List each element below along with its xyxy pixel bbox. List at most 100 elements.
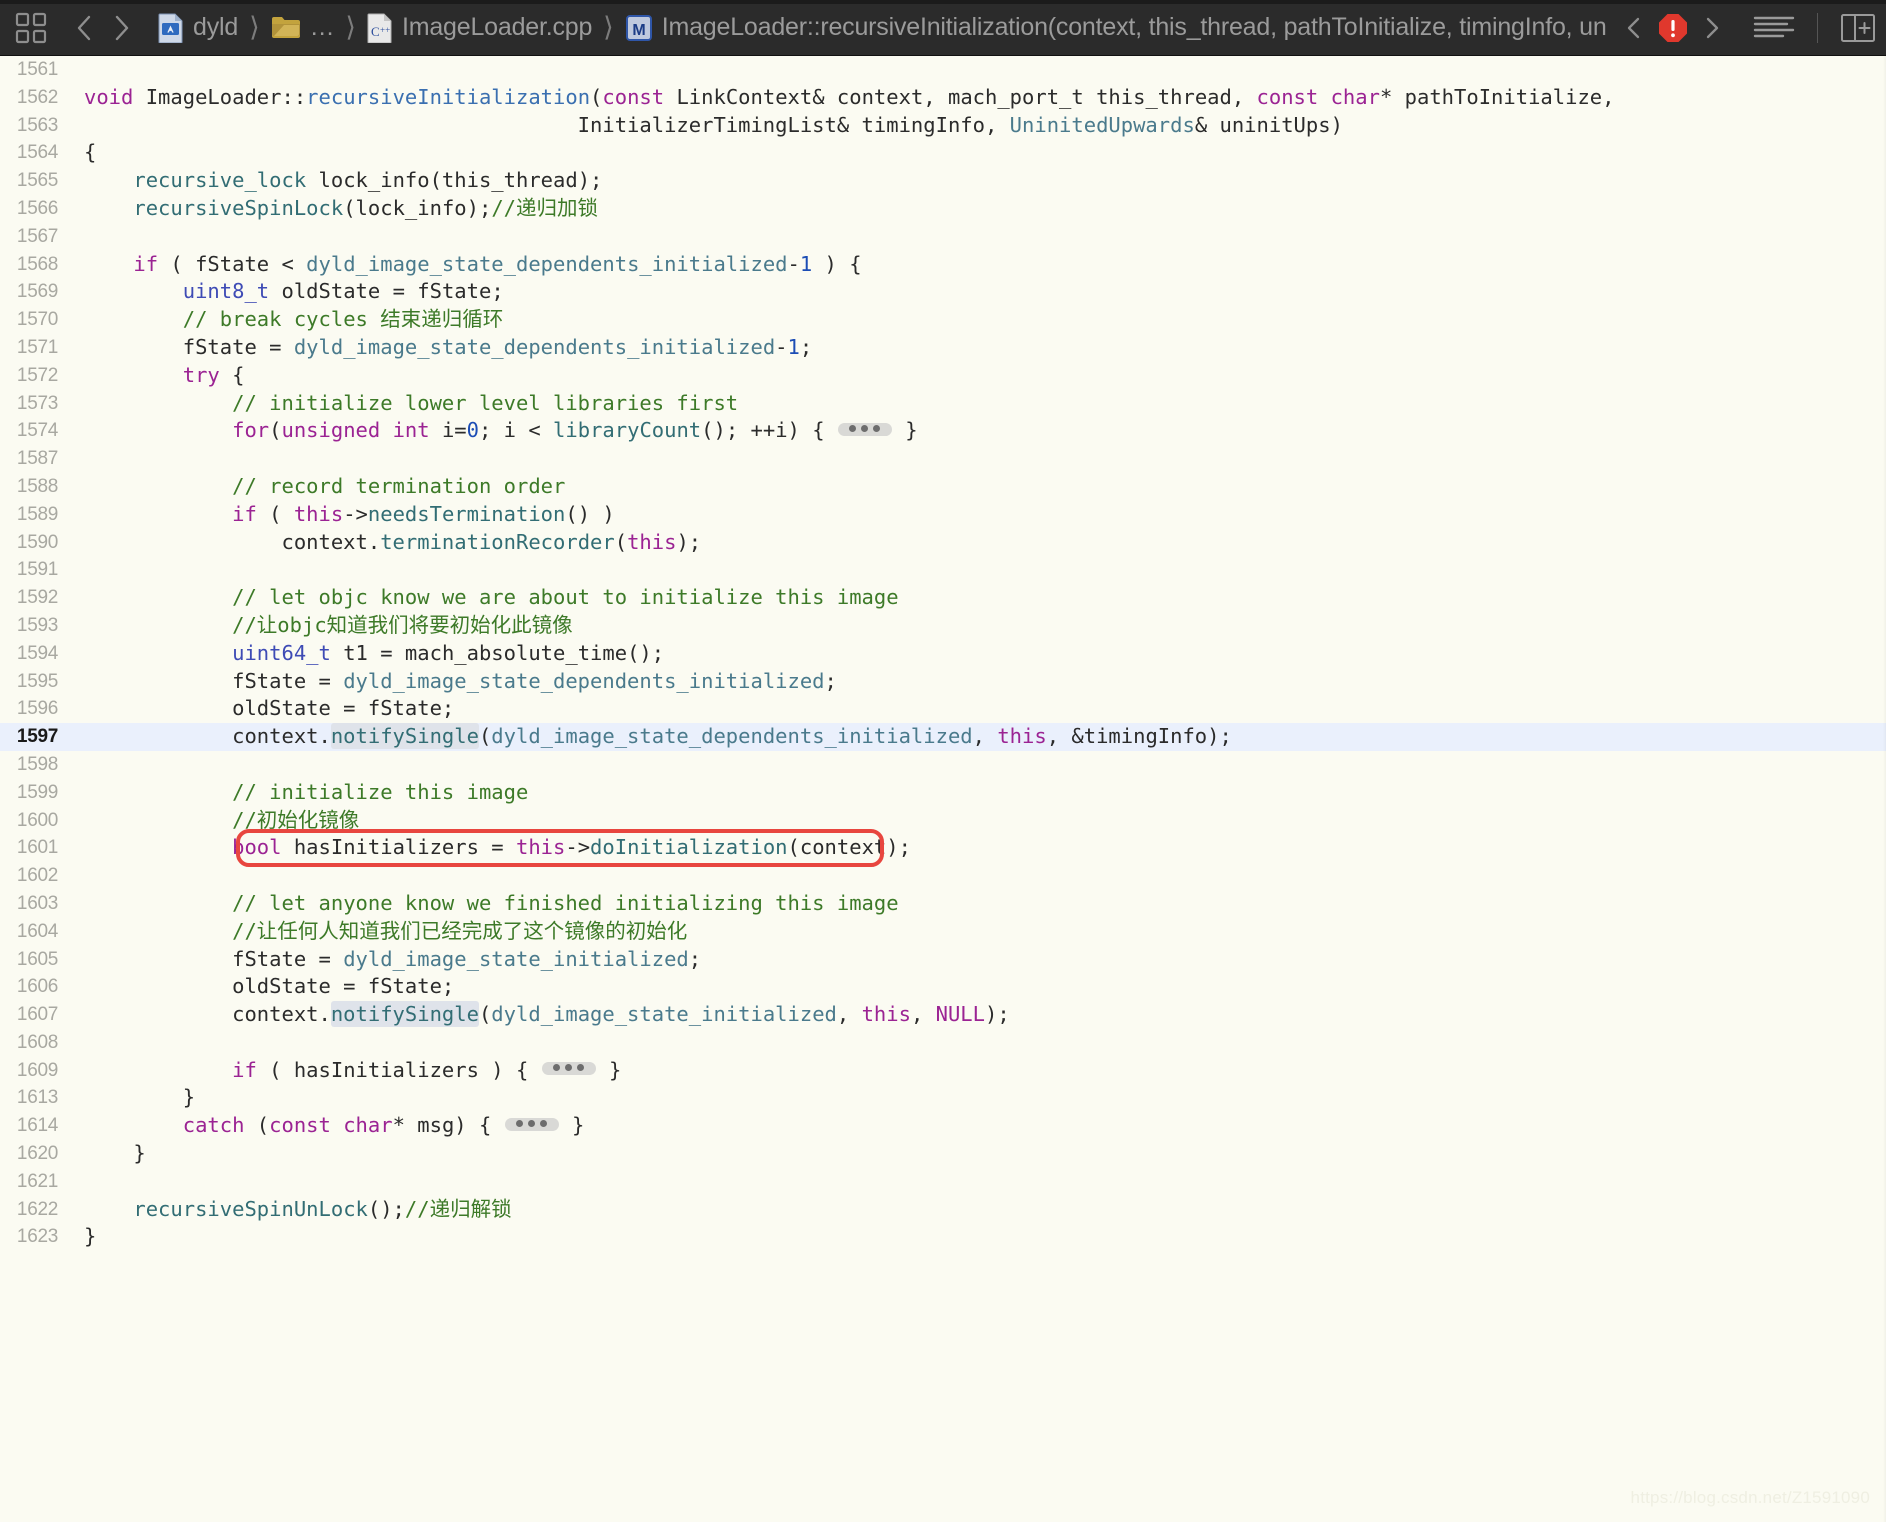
code-line[interactable]: 1597 context.notifySingle(dyld_image_sta…	[0, 723, 1886, 751]
error-stop-icon[interactable]	[1658, 13, 1688, 43]
breadcrumb-item-project[interactable]: dyld	[158, 13, 238, 43]
code-line[interactable]: 1562 void ImageLoader::recursiveInitializ…	[0, 84, 1886, 112]
code-line[interactable]: 1590 context.terminationRecorder(this);	[0, 529, 1886, 557]
xcode-window: dyld ⟩ … ⟩ C ++ ImageLoader.cpp ⟩ M Imag…	[0, 0, 1886, 1522]
code-line[interactable]: 1573 // initialize lower level libraries…	[0, 390, 1886, 418]
code-token: InitializerTimingList	[84, 112, 837, 137]
code-line[interactable]: 1592 // let objc know we are about to in…	[0, 584, 1886, 612]
code-line[interactable]: 1622 recursiveSpinUnLock();//递归解锁	[0, 1196, 1886, 1224]
code-text: }	[72, 1223, 1886, 1251]
code-token: (	[614, 529, 628, 554]
code-line[interactable]: 1571 fState = dyld_image_state_dependent…	[0, 334, 1886, 362]
code-token: );	[676, 529, 702, 554]
related-items-icon[interactable]	[14, 11, 48, 45]
code-line[interactable]: 1606 oldState = fState;	[0, 973, 1886, 1001]
code-line[interactable]: 1607 context.notifySingle(dyld_image_sta…	[0, 1001, 1886, 1029]
breadcrumb-item-file[interactable]: C ++ ImageLoader.cpp	[367, 13, 592, 43]
code-text: // let objc know we are about to initial…	[72, 584, 1886, 612]
code-text: uint64_t t1 = mach_absolute_time();	[72, 640, 1886, 668]
line-number: 1565	[16, 170, 58, 192]
code-line[interactable]: 1623}	[0, 1223, 1886, 1251]
code-line[interactable]: 1596 oldState = fState;	[0, 695, 1886, 723]
toolbar-divider	[1817, 12, 1818, 43]
code-fold-ellipsis[interactable]	[837, 422, 892, 436]
code-line[interactable]: 1608	[0, 1029, 1886, 1057]
code-line[interactable]: 1593 //让objc知道我们将要初始化此镜像	[0, 612, 1886, 640]
code-line[interactable]: 1589 if ( this->needsTermination() )	[0, 501, 1886, 529]
previous-issue-button[interactable]	[1619, 11, 1649, 45]
code-token: i=	[429, 418, 467, 443]
code-line[interactable]: 1595 fState = dyld_image_state_dependent…	[0, 668, 1886, 696]
code-line[interactable]: 1566 recursiveSpinLock(lock_info);//递归加锁	[0, 195, 1886, 223]
split-editor-icon[interactable]	[1840, 12, 1876, 44]
code-token: //递归解锁	[404, 1196, 512, 1221]
project-document-icon	[158, 13, 184, 43]
code-line[interactable]: 1601 bool hasInitializers = this->doInit…	[0, 834, 1886, 862]
code-line[interactable]: 1561	[0, 56, 1886, 84]
code-token: catch	[182, 1113, 245, 1138]
code-line[interactable]: 1603 // let anyone know we finished init…	[0, 890, 1886, 918]
code-line[interactable]: 1614 catch (const char* msg) { }	[0, 1112, 1886, 1140]
code-line[interactable]: 1565 recursive_lock lock_info(this_threa…	[0, 167, 1886, 195]
code-line[interactable]: 1598	[0, 751, 1886, 779]
code-scroll-area[interactable]: 1561 1562 void ImageLoader::recursiveIniti…	[0, 56, 1886, 1522]
code-token: dyld_image_state_dependents_initialized	[343, 668, 825, 693]
code-line[interactable]: 1567	[0, 223, 1886, 251]
breadcrumb-item-folder[interactable]: …	[271, 13, 334, 42]
code-token: }	[84, 1224, 97, 1249]
code-token: uint64_t	[232, 640, 331, 665]
code-text: }	[72, 1140, 1886, 1168]
breadcrumb-item-symbol[interactable]: M ImageLoader::recursiveInitialization(c…	[625, 13, 1607, 42]
line-number: 1600	[16, 809, 58, 831]
code-token: ;	[799, 334, 813, 359]
line-number: 1594	[16, 642, 58, 664]
code-line[interactable]: 1572 try {	[0, 362, 1886, 390]
code-token: if	[232, 1057, 257, 1082]
line-number: 1573	[16, 392, 58, 414]
code-line[interactable]: 1568 if ( fState < dyld_image_state_depe…	[0, 251, 1886, 279]
code-line[interactable]: 1620 }	[0, 1140, 1886, 1168]
code-line[interactable]: 1602	[0, 862, 1886, 890]
navigate-back-button[interactable]	[70, 11, 100, 45]
code-line[interactable]: 1609 if ( hasInitializers ) { }	[0, 1057, 1886, 1085]
code-token: const	[1256, 84, 1319, 109]
code-line[interactable]: 1563 InitializerTimingList& timingInfo, …	[0, 112, 1886, 140]
code-line[interactable]: 1569 uint8_t oldState = fState;	[0, 278, 1886, 306]
code-line[interactable]: 1613 }	[0, 1084, 1886, 1112]
code-line[interactable]: 1587	[0, 445, 1886, 473]
code-text: // initialize lower level libraries firs…	[72, 390, 1886, 418]
code-line[interactable]: 1600 //初始化镜像	[0, 807, 1886, 835]
code-token: void	[84, 84, 134, 109]
code-line[interactable]: 1605 fState = dyld_image_state_initializ…	[0, 946, 1886, 974]
code-text: //初始化镜像	[72, 807, 1886, 835]
code-line[interactable]: 1574 for(unsigned int i=0; i < libraryCo…	[0, 417, 1886, 445]
code-text: oldState = fState;	[72, 973, 1886, 1001]
code-token: notifySingle	[330, 723, 479, 750]
code-line[interactable]: 1604 //让任何人知道我们已经完成了这个镜像的初始化	[0, 918, 1886, 946]
code-line[interactable]: 1570 // break cycles 结束递归循环	[0, 306, 1886, 334]
code-token: if	[232, 501, 257, 526]
source-editor[interactable]: 1561 1562 void ImageLoader::recursiveIniti…	[0, 56, 1886, 1522]
code-text: context.notifySingle(dyld_image_state_in…	[72, 1001, 1886, 1029]
code-token: notifySingle	[330, 1001, 479, 1028]
code-line[interactable]: 1591	[0, 556, 1886, 584]
next-issue-button[interactable]	[1697, 11, 1727, 45]
code-line[interactable]: 1594 uint64_t t1 = mach_absolute_time();	[0, 640, 1886, 668]
code-line[interactable]: 1564 {	[0, 139, 1886, 167]
code-fold-ellipsis[interactable]	[541, 1062, 596, 1076]
line-number: 1605	[16, 948, 58, 970]
line-number: 1564	[16, 142, 58, 164]
code-text: // break cycles 结束递归循环	[72, 306, 1886, 334]
code-token: //递归加锁	[491, 195, 598, 220]
code-token: this	[861, 1002, 911, 1027]
code-token: , &timingInfo);	[1046, 724, 1232, 749]
code-line[interactable]: 1621	[0, 1168, 1886, 1196]
document-lines-icon[interactable]	[1753, 13, 1795, 43]
code-line[interactable]: 1599 // initialize this image	[0, 779, 1886, 807]
code-fold-ellipsis[interactable]	[504, 1117, 559, 1131]
code-line[interactable]: 1588 // record termination order	[0, 473, 1886, 501]
navigate-forward-button[interactable]	[106, 11, 136, 45]
